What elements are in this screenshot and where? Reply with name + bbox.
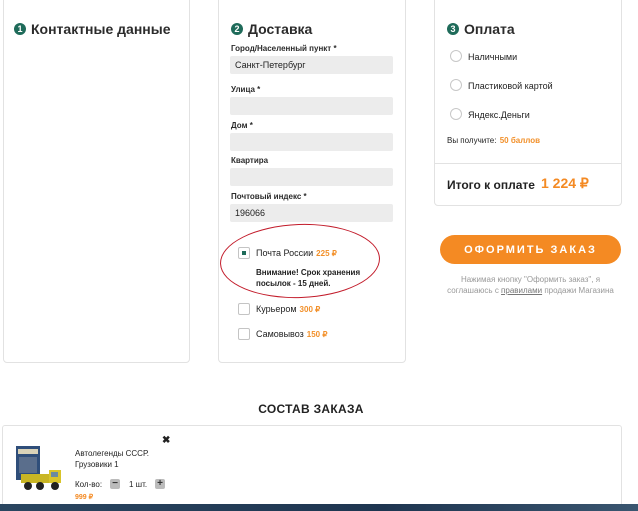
step-number-3: 3 (447, 23, 459, 35)
order-section-title: СОСТАВ ЗАКАЗА (258, 402, 364, 416)
payment-title: 3 Оплата (447, 21, 515, 37)
quantity-label: Кол-во: (75, 480, 103, 489)
contacts-title: 1 Контактные данные (14, 21, 170, 37)
delivery-title-text: Доставка (248, 21, 313, 37)
payment-option-card[interactable]: Пластиковой картой (468, 81, 553, 91)
plus-icon: + (157, 478, 163, 489)
street-input[interactable] (230, 97, 393, 115)
pickup-price: 150 ₽ (306, 330, 328, 339)
payment-option-yandex[interactable]: Яндекс.Деньги (468, 110, 530, 120)
cash-radio[interactable] (450, 50, 462, 62)
apartment-input[interactable] (230, 168, 393, 186)
total-label: Итого к оплате (447, 178, 535, 192)
product-price: 999 ₽ (75, 494, 94, 501)
quantity-value: 1 шт. (129, 480, 148, 489)
house-label: Дом * (231, 121, 253, 130)
apartment-label: Квартира (231, 156, 269, 165)
bonus-text: Вы получите: 50 баллов (447, 136, 540, 145)
consent-after: продажи Магазина (542, 286, 614, 295)
yandex-radio[interactable] (450, 108, 462, 120)
close-icon: ✖ (162, 435, 171, 446)
os-taskbar (0, 504, 638, 511)
postcode-input[interactable]: 196066 (230, 204, 393, 222)
city-label: Город/Населенный пункт * (231, 44, 337, 53)
bonus-prefix: Вы получите: (447, 136, 497, 145)
card-radio[interactable] (450, 79, 462, 91)
product-image (16, 446, 61, 490)
delivery-panel: 2 Доставка Город/Населенный пункт * Санк… (218, 0, 406, 363)
contacts-panel: 1 Контактные данные (3, 0, 190, 363)
product-name[interactable]: Автолегенды СССР. Грузовики 1 (75, 448, 165, 470)
decrease-quantity-button[interactable]: − (110, 479, 120, 489)
pickup-option[interactable]: Самовывоз 150 ₽ (256, 329, 327, 339)
delivery-title: 2 Доставка (231, 21, 312, 37)
payment-option-cash[interactable]: Наличными (468, 52, 517, 62)
minus-icon: − (112, 478, 118, 489)
increase-quantity-button[interactable]: + (155, 479, 165, 489)
postcode-label: Почтовый индекс * (231, 192, 307, 201)
total-divider (435, 163, 621, 164)
pickup-checkbox[interactable] (238, 328, 250, 340)
payment-panel: 3 Оплата Наличными Пластиковой картой Ян… (434, 0, 622, 206)
courier-checkbox[interactable] (238, 303, 250, 315)
street-label: Улица * (231, 85, 261, 94)
consent-text: Нажимая кнопку "Оформить заказ", я согла… (440, 274, 621, 296)
pickup-label: Самовывоз (256, 329, 304, 339)
step-number-2: 2 (231, 23, 243, 35)
submit-order-button[interactable]: ОФОРМИТЬ ЗАКАЗ (440, 235, 621, 264)
total-value: 1 224 ₽ (541, 175, 589, 191)
courier-price: 300 ₽ (299, 305, 321, 314)
payment-title-text: Оплата (464, 21, 515, 37)
rules-link[interactable]: правилами (501, 286, 542, 295)
house-input[interactable] (230, 133, 393, 151)
city-input[interactable]: Санкт-Петербург (230, 56, 393, 74)
step-number-1: 1 (14, 23, 26, 35)
courier-label: Курьером (256, 304, 297, 314)
contacts-title-text: Контактные данные (31, 21, 171, 37)
courier-option[interactable]: Курьером 300 ₽ (256, 304, 320, 314)
remove-item-button[interactable]: ✖ (162, 435, 170, 446)
bonus-value: 50 баллов (499, 136, 541, 145)
